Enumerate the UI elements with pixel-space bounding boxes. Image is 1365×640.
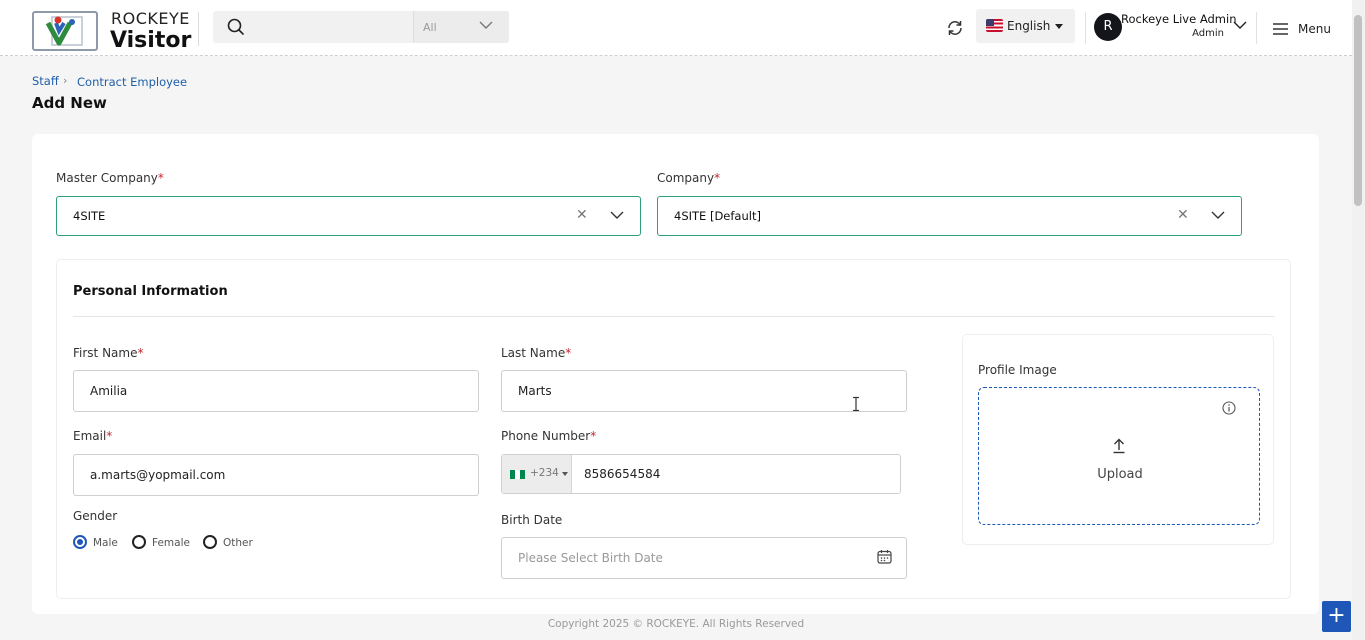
gender-male-radio[interactable]: [73, 535, 87, 549]
menu-button[interactable]: Menu: [1272, 20, 1331, 38]
gender-other-radio[interactable]: [203, 535, 217, 549]
global-search: All: [213, 11, 509, 43]
user-avatar[interactable]: R: [1094, 13, 1122, 41]
search-filter-value: All: [423, 21, 437, 34]
country-code-select[interactable]: +234: [502, 455, 572, 493]
gender-female-radio[interactable]: [132, 535, 146, 549]
gender-other-label[interactable]: Other: [223, 537, 253, 549]
birth-date-label: Birth Date: [501, 513, 563, 527]
email-label: Email*: [73, 429, 113, 443]
us-flag-icon: [986, 19, 1003, 32]
phone-number-label: Phone Number*: [501, 429, 597, 443]
gender-male-label[interactable]: Male: [93, 537, 118, 549]
language-label: English: [1007, 19, 1051, 33]
company-label: Company*: [657, 171, 721, 185]
search-icon[interactable]: [227, 18, 245, 36]
required-mark: *: [137, 346, 144, 360]
page-title: Add New: [32, 94, 107, 112]
top-header: ROCKEYE Visitor All English R Rockeye Li…: [0, 0, 1352, 56]
upload-label: Upload: [1097, 467, 1143, 482]
user-menu-chevron-icon[interactable]: [1233, 21, 1247, 30]
clear-icon[interactable]: ✕: [576, 207, 588, 223]
first-name-input[interactable]: Amilia: [73, 370, 479, 412]
profile-image-label: Profile Image: [978, 363, 1057, 377]
company-select[interactable]: 4SITE [Default] ✕: [657, 196, 1242, 236]
logo-subtitle: Visitor: [110, 28, 192, 53]
scrollbar-thumb[interactable]: [1354, 15, 1362, 206]
rockeye-logo[interactable]: [32, 11, 98, 51]
chevron-down-icon: [479, 21, 493, 29]
plus-icon: +: [1327, 603, 1346, 628]
refresh-icon[interactable]: [946, 19, 964, 37]
required-mark: *: [565, 346, 572, 360]
add-fab-button[interactable]: +: [1322, 601, 1351, 632]
last-name-label: Last Name*: [501, 346, 572, 360]
company-value: 4SITE [Default]: [674, 209, 761, 223]
country-code: +234: [530, 467, 559, 479]
clear-icon[interactable]: ✕: [1177, 207, 1189, 223]
chevron-down-icon[interactable]: [1211, 211, 1225, 220]
caret-down-icon: [562, 472, 568, 476]
copyright-footer: Copyright 2025 © ROCKEYE. All Rights Res…: [547, 618, 805, 630]
header-divider: [1085, 12, 1086, 44]
profile-image-upload[interactable]: Upload: [978, 387, 1260, 525]
birth-date-input[interactable]: Please Select Birth Date: [501, 537, 907, 579]
menu-label: Menu: [1298, 22, 1331, 36]
upload-arrow-icon: [1113, 438, 1125, 454]
page-scrollbar[interactable]: [1352, 0, 1365, 640]
email-input[interactable]: a.marts@yopmail.com: [73, 454, 479, 496]
required-mark: *: [157, 171, 164, 185]
required-mark: *: [590, 429, 597, 443]
birth-date-placeholder: Please Select Birth Date: [518, 551, 663, 565]
section-divider: [73, 316, 1275, 317]
gender-label: Gender: [73, 509, 118, 523]
info-icon[interactable]: [1222, 401, 1236, 415]
calendar-icon[interactable]: [877, 549, 892, 564]
master-company-label: Master Company*: [56, 171, 164, 185]
phone-field: +234 8586654584: [501, 454, 901, 494]
nigeria-flag-icon: [510, 470, 525, 479]
user-name[interactable]: Rockeye Live Admin: [1121, 12, 1236, 26]
language-selector[interactable]: English: [976, 9, 1075, 43]
phone-number-input[interactable]: 8586654584: [584, 467, 660, 481]
required-mark: *: [106, 429, 113, 443]
text-cursor-icon: [853, 396, 859, 412]
logo-title: ROCKEYE: [111, 9, 190, 28]
section-title: Personal Information: [73, 284, 228, 299]
last-name-input[interactable]: Marts: [501, 370, 907, 412]
hamburger-icon: [1273, 23, 1288, 35]
caret-down-icon: [1055, 24, 1063, 29]
gender-female-label[interactable]: Female: [152, 537, 190, 549]
breadcrumb-staff[interactable]: Staff: [32, 74, 59, 88]
first-name-label: First Name*: [73, 346, 144, 360]
search-filter-select[interactable]: All: [413, 11, 509, 43]
required-mark: *: [714, 171, 721, 185]
chevron-down-icon[interactable]: [610, 211, 624, 220]
breadcrumb-contract-employee[interactable]: Contract Employee: [77, 75, 187, 89]
logo-mark-icon: [45, 16, 83, 46]
user-role: Admin: [1192, 28, 1224, 39]
master-company-select[interactable]: 4SITE ✕: [56, 196, 641, 236]
breadcrumb-separator-icon: ›: [63, 74, 68, 87]
header-divider: [198, 12, 199, 46]
master-company-value: 4SITE: [73, 209, 106, 223]
header-divider: [1256, 12, 1257, 44]
